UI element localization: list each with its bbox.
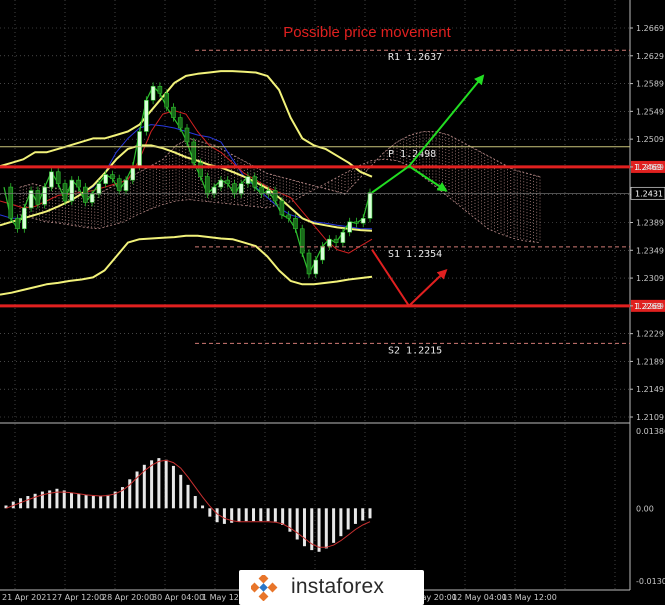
candle-body	[340, 231, 346, 243]
candle-body	[116, 178, 122, 191]
candle-body	[89, 193, 95, 203]
candle-body	[22, 207, 27, 230]
price-tick-label: 1.2629	[636, 52, 664, 61]
candle-body	[354, 221, 359, 224]
time-tick-label: 28 Apr 20:00	[102, 593, 154, 602]
candle-body	[347, 221, 352, 233]
candle-body	[272, 190, 278, 202]
candle-body	[218, 179, 224, 188]
candle-body	[211, 186, 217, 195]
pivot-label-r1: R1 1.2637	[388, 52, 442, 63]
candle-body	[83, 186, 88, 203]
watermark-brand: instaforex	[291, 575, 385, 598]
candle-body	[225, 179, 230, 184]
macd-tick-label: 0.01386	[636, 427, 665, 436]
time-tick-label: 13 May 12:00	[502, 593, 557, 602]
time-tick-label: 30 Apr 04:00	[152, 593, 204, 602]
candle-body	[205, 176, 210, 195]
candle-body	[360, 218, 366, 224]
price-tick-label: 1.2589	[636, 80, 664, 89]
candle-body	[184, 127, 190, 143]
candle-body	[279, 200, 285, 216]
candle-body	[245, 176, 251, 184]
price-tick-label: 1.2509	[636, 135, 664, 144]
candle-body	[191, 141, 197, 164]
candle-body	[327, 238, 332, 247]
candle-body	[333, 238, 339, 243]
price-tick-label: 1.2189	[636, 357, 664, 366]
price-tick-label: 1.2269	[636, 302, 664, 311]
candle-body	[110, 174, 115, 180]
candle-body	[320, 245, 325, 261]
price-tick-label: 1.2229	[636, 330, 664, 339]
price-tick-label: 1.2349	[636, 246, 664, 255]
candle-body	[144, 99, 149, 132]
watermark-badge: instaforex	[239, 570, 424, 605]
chart: 1.2469 1.2269 R1 1.2637 P 1.2498 S1 1.2354 S2…	[0, 0, 665, 605]
candle-body	[252, 176, 258, 188]
candle-body	[150, 86, 156, 101]
current-price-label: 1.2431	[635, 189, 663, 198]
candle-body	[55, 171, 61, 184]
candle-body	[299, 228, 305, 254]
candle-body	[177, 117, 183, 129]
pivot-label-s2: S2 1.2215	[388, 345, 442, 356]
candle-body	[49, 171, 54, 188]
price-tick-label: 1.2309	[636, 274, 664, 283]
candle-body	[293, 218, 298, 230]
candle-body	[69, 179, 75, 202]
candle-body	[35, 190, 41, 205]
time-tick-label: 12 May 04:00	[452, 593, 507, 602]
time-tick-label: 27 Apr 12:00	[52, 593, 104, 602]
candle-body	[137, 131, 142, 167]
candle-body	[306, 252, 312, 275]
candle-body	[157, 86, 163, 94]
price-tick-label: 1.2149	[636, 385, 664, 394]
pivot-label-p: P 1.2498	[388, 149, 436, 160]
candle-body	[171, 106, 176, 118]
chart-title: Possible price movement	[283, 24, 451, 41]
candle-body	[164, 92, 169, 108]
candle-body	[96, 183, 102, 195]
candle-body	[8, 186, 14, 219]
candle-body	[103, 174, 108, 184]
candle-body	[62, 183, 68, 202]
candle-body	[367, 192, 373, 219]
macd-tick-label: -0.01304	[636, 577, 665, 586]
macd-tick-label: 0.00	[636, 504, 654, 513]
candle-body	[259, 186, 264, 195]
candle-body	[42, 186, 47, 205]
candle-body	[286, 214, 291, 219]
candle-body	[313, 259, 319, 275]
price-tick-label: 1.2389	[636, 219, 664, 228]
pivot-label-s1: S1 1.2354	[388, 249, 442, 260]
price-tick-label: 1.2669	[636, 24, 664, 33]
price-tick-label: 1.2469	[636, 163, 664, 172]
candle-body	[238, 183, 244, 195]
candle-body	[76, 179, 81, 188]
time-tick-label: 21 Apr 2021	[2, 593, 51, 602]
price-tick-label: 1.2549	[636, 107, 664, 116]
price-tick-label: 1.2109	[636, 413, 664, 422]
candle-body	[123, 179, 129, 191]
candle-body	[15, 218, 20, 230]
candle-body	[232, 183, 237, 195]
instaforex-logo-icon	[251, 575, 278, 601]
candle-body	[198, 162, 203, 177]
